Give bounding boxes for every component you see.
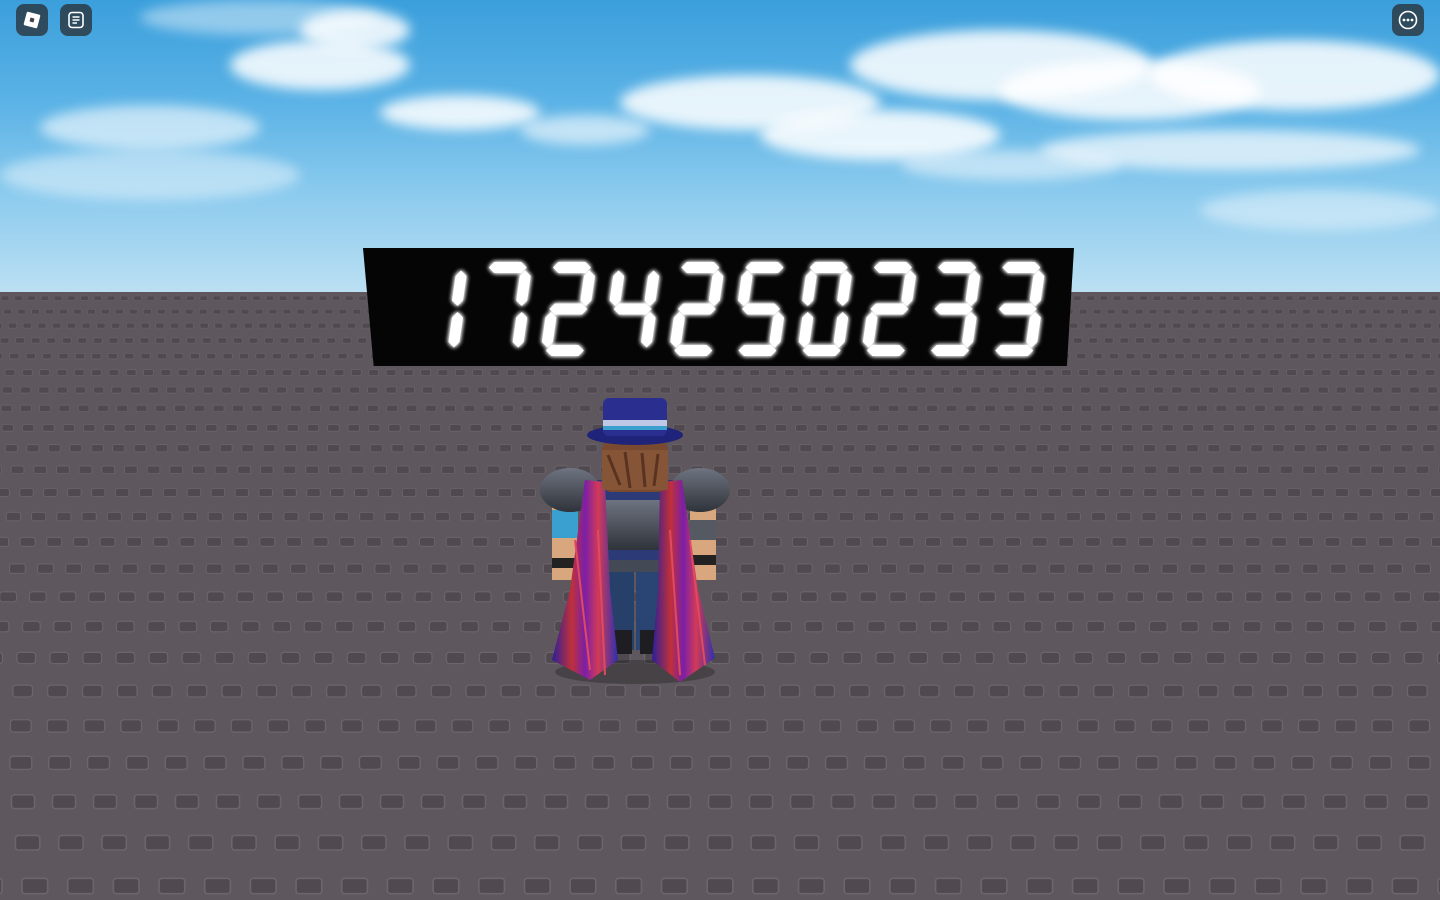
billboard-digit bbox=[541, 262, 595, 356]
number-billboard: 1724250233 bbox=[363, 248, 1074, 366]
billboard-digit bbox=[448, 270, 467, 348]
chat-icon bbox=[68, 11, 84, 29]
billboard-digit bbox=[798, 262, 852, 356]
game-viewport[interactable]: 1724250233 bbox=[0, 0, 1440, 900]
billboard-digit bbox=[609, 270, 660, 348]
billboard-digit bbox=[670, 262, 724, 356]
billboard-digit bbox=[488, 262, 531, 348]
billboard-display bbox=[448, 262, 1045, 356]
billboard-digit bbox=[931, 262, 981, 356]
roblox-logo-icon bbox=[23, 11, 41, 29]
billboard-digit bbox=[995, 262, 1045, 356]
more-options-button[interactable] bbox=[1392, 4, 1424, 36]
billboard-digit bbox=[738, 262, 784, 356]
chat-button[interactable] bbox=[60, 4, 92, 36]
roblox-menu-button[interactable] bbox=[16, 4, 48, 36]
billboard-digit bbox=[862, 262, 916, 356]
ellipsis-icon bbox=[1398, 10, 1418, 30]
player-avatar[interactable] bbox=[530, 390, 740, 690]
